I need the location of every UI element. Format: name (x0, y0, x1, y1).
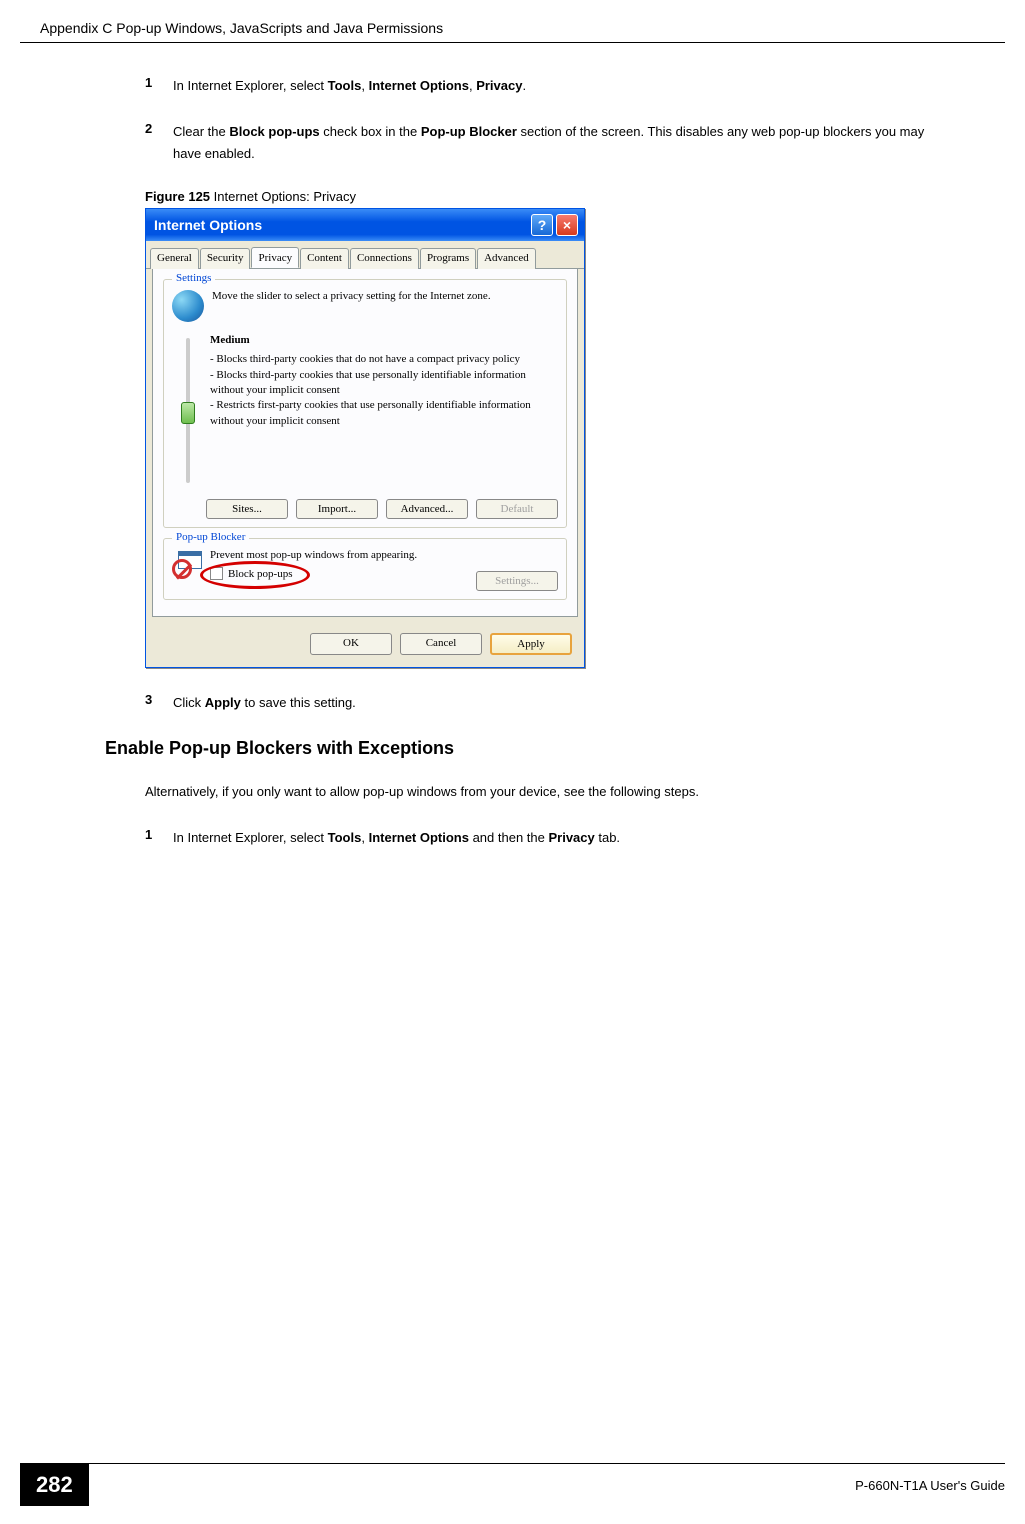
tab-connections[interactable]: Connections (350, 248, 419, 269)
popup-blocker-group: Pop-up Blocker Prevent most pop-up windo… (163, 538, 567, 600)
step-number: 3 (145, 692, 173, 714)
step-text: Clear the Block pop-ups check box in the… (173, 121, 925, 165)
bold: Internet Options (369, 78, 469, 93)
step-text: Click Apply to save this setting. (173, 692, 356, 714)
ok-button[interactable]: OK (310, 633, 392, 655)
paragraph: Alternatively, if you only want to allow… (145, 781, 925, 803)
figure-label: Figure 125 (145, 189, 210, 204)
import-button[interactable]: Import... (296, 499, 378, 519)
text: Click (173, 695, 205, 710)
page-header: Appendix C Pop-up Windows, JavaScripts a… (20, 0, 1005, 43)
tab-privacy[interactable]: Privacy (251, 247, 299, 268)
page-number: 282 (20, 1464, 89, 1506)
subheading: Enable Pop-up Blockers with Exceptions (105, 738, 925, 759)
figure-title: Internet Options: Privacy (210, 189, 356, 204)
text: In Internet Explorer, select (173, 830, 328, 845)
privacy-slider[interactable] (172, 334, 204, 483)
step-text: In Internet Explorer, select Tools, Inte… (173, 827, 620, 849)
block-popups-checkbox-row: Block pop-ups (210, 567, 476, 580)
step-3: 3 Click Apply to save this setting. (145, 692, 925, 714)
bold: Block pop-ups (229, 124, 319, 139)
bold: Privacy (476, 78, 522, 93)
popup-row: Prevent most pop-up windows from appeari… (172, 549, 558, 591)
cancel-button[interactable]: Cancel (400, 633, 482, 655)
group-label: Pop-up Blocker (172, 531, 249, 543)
text: , (361, 830, 368, 845)
privacy-level: Medium (210, 334, 558, 346)
guide-name: P-660N-T1A User's Guide (855, 1464, 1005, 1506)
sites-button[interactable]: Sites... (206, 499, 288, 519)
settings-buttons: Sites... Import... Advanced... Default (172, 499, 558, 519)
bold: Privacy (548, 830, 594, 845)
slider-description: Medium - Blocks third-party cookies that… (204, 334, 558, 483)
figure-caption: Figure 125 Internet Options: Privacy (145, 189, 925, 204)
bold: Tools (328, 830, 362, 845)
bold: Pop-up Blocker (421, 124, 517, 139)
step-number: 1 (145, 75, 173, 97)
dialog-tabs: General Security Privacy Content Connect… (146, 241, 584, 269)
tab-programs[interactable]: Programs (420, 248, 476, 269)
apply-button[interactable]: Apply (490, 633, 572, 655)
block-popups-checkbox[interactable] (210, 567, 223, 580)
tab-general[interactable]: General (150, 248, 199, 269)
privacy-desc: - Blocks third-party cookies that do not… (210, 352, 558, 429)
slider-area: Medium - Blocks third-party cookies that… (172, 334, 558, 483)
block-popup-icon (172, 549, 202, 579)
dialog-panel: Settings Move the slider to select a pri… (152, 269, 578, 617)
text: tab. (595, 830, 620, 845)
page-footer: 282 P-660N-T1A User's Guide (20, 1463, 1005, 1506)
settings-text: Move the slider to select a privacy sett… (212, 290, 491, 322)
step-text: In Internet Explorer, select Tools, Inte… (173, 75, 526, 97)
tab-security[interactable]: Security (200, 248, 251, 269)
step-2: 2 Clear the Block pop-ups check box in t… (145, 121, 925, 165)
step-number: 1 (145, 827, 173, 849)
settings-group: Settings Move the slider to select a pri… (163, 279, 567, 528)
content-area: 1 In Internet Explorer, select Tools, In… (0, 43, 1025, 850)
text: , (361, 78, 368, 93)
text: In Internet Explorer, select (173, 78, 328, 93)
text: . (522, 78, 526, 93)
settings-header: Move the slider to select a privacy sett… (172, 290, 558, 322)
dialog-buttons: OK Cancel Apply (146, 623, 584, 667)
step-1: 1 In Internet Explorer, select Tools, In… (145, 75, 925, 97)
dialog-title: Internet Options (154, 217, 262, 233)
group-label: Settings (172, 272, 215, 284)
popup-text: Prevent most pop-up windows from appeari… (210, 549, 476, 561)
slider-thumb[interactable] (181, 402, 195, 424)
step-number: 2 (145, 121, 173, 165)
titlebar-buttons: ? × (531, 214, 578, 236)
text: Clear the (173, 124, 229, 139)
bold: Internet Options (369, 830, 469, 845)
checkbox-label: Block pop-ups (228, 568, 292, 580)
section2-step-1: 1 In Internet Explorer, select Tools, In… (145, 827, 925, 849)
help-icon[interactable]: ? (531, 214, 553, 236)
text: and then the (469, 830, 549, 845)
default-button: Default (476, 499, 558, 519)
tab-content[interactable]: Content (300, 248, 349, 269)
close-icon[interactable]: × (556, 214, 578, 236)
internet-options-dialog: Internet Options ? × General Security Pr… (145, 208, 585, 668)
bold: Apply (205, 695, 241, 710)
globe-icon (172, 290, 204, 322)
advanced-button[interactable]: Advanced... (386, 499, 468, 519)
dialog-titlebar[interactable]: Internet Options ? × (146, 209, 584, 241)
text: check box in the (320, 124, 421, 139)
bold: Tools (328, 78, 362, 93)
text: to save this setting. (241, 695, 356, 710)
popup-settings-button: Settings... (476, 571, 558, 591)
tab-advanced[interactable]: Advanced (477, 248, 536, 269)
